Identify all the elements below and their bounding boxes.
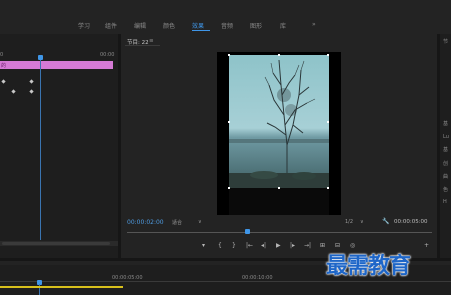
transform-handle[interactable]: [228, 121, 230, 123]
add-marker-icon[interactable]: ▾: [202, 242, 205, 249]
work-area-bar[interactable]: [0, 286, 123, 288]
play-button[interactable]: ▶: [276, 242, 281, 249]
panel-menu-icon[interactable]: ≡: [149, 38, 154, 44]
mark-in-button[interactable]: {: [218, 242, 222, 249]
step-back-button[interactable]: ◂|: [261, 242, 266, 249]
right-panel-item[interactable]: 基: [443, 146, 448, 153]
left-playhead-line: [40, 60, 41, 240]
transform-handle[interactable]: [228, 187, 230, 189]
watermark-logo: 最需教育: [326, 254, 411, 279]
clip-bar[interactable]: 的: [0, 61, 113, 69]
workspace-overflow-button[interactable]: »: [312, 21, 316, 28]
left-ruler-time-end: 00:00: [100, 52, 115, 58]
transform-handle[interactable]: [327, 187, 329, 189]
transform-handle[interactable]: [278, 54, 280, 56]
zoom-fit-select[interactable]: 适合: [172, 219, 182, 226]
workspace-tab-assembly[interactable]: 组件: [105, 21, 117, 30]
letterbox-bottom: [229, 188, 329, 215]
transform-handle[interactable]: [327, 54, 329, 56]
settings-wrench-icon[interactable]: 🔧: [382, 218, 389, 225]
insert-button[interactable]: ⊞: [320, 242, 325, 249]
workspace-tab-graphics[interactable]: 图形: [250, 21, 262, 30]
right-panel-item[interactable]: 色: [443, 186, 448, 193]
tab-underline: [125, 45, 160, 46]
workspace-tab-learn[interactable]: 学习: [78, 21, 90, 30]
playback-resolution-select[interactable]: 1/2: [345, 219, 353, 225]
right-panel-tab[interactable]: 节: [443, 38, 448, 45]
monitor-playhead[interactable]: [245, 229, 250, 234]
step-forward-button[interactable]: |▸: [290, 242, 295, 249]
clip-label: 的: [1, 63, 7, 69]
add-button[interactable]: +: [424, 242, 429, 249]
right-panel-item[interactable]: 基: [443, 120, 448, 127]
chevron-down-icon[interactable]: ∨: [198, 219, 202, 225]
go-to-out-button[interactable]: →|: [304, 242, 311, 249]
video-preview-image: [229, 55, 329, 188]
right-panel-item[interactable]: 曲: [443, 173, 448, 180]
transform-handle[interactable]: [228, 54, 230, 56]
monitor-scrubber[interactable]: [127, 232, 432, 233]
playhead-timecode[interactable]: 00:00:02:00: [127, 219, 164, 226]
transform-handle[interactable]: [327, 121, 329, 123]
right-panel-item[interactable]: Lu: [443, 134, 449, 140]
go-to-in-button[interactable]: |←: [246, 242, 253, 249]
workspace-tab-audio[interactable]: 音频: [221, 21, 233, 30]
sequence-duration: 00:00:05:00: [394, 219, 428, 225]
workspace-bar: 学习 组件 编辑 颜色 效果 音频 图形 库 »: [0, 0, 451, 34]
timeline-ruler[interactable]: [0, 281, 451, 282]
chevron-down-icon[interactable]: ∨: [360, 219, 364, 225]
right-panel-item[interactable]: H: [443, 199, 447, 205]
workspace-tab-editing[interactable]: 编辑: [134, 21, 146, 30]
right-panel-item[interactable]: 创: [443, 160, 448, 167]
transform-handle[interactable]: [278, 187, 280, 189]
workspace-tab-effects[interactable]: 效果: [192, 21, 204, 30]
left-scrollbar[interactable]: [2, 242, 110, 245]
active-workspace-indicator: [192, 30, 210, 31]
left-ruler-time-start: 0: [0, 52, 4, 58]
workspace-tab-libraries[interactable]: 库: [280, 21, 286, 30]
mark-out-button[interactable]: }: [232, 242, 236, 249]
workspace-tab-color[interactable]: 颜色: [163, 21, 175, 30]
